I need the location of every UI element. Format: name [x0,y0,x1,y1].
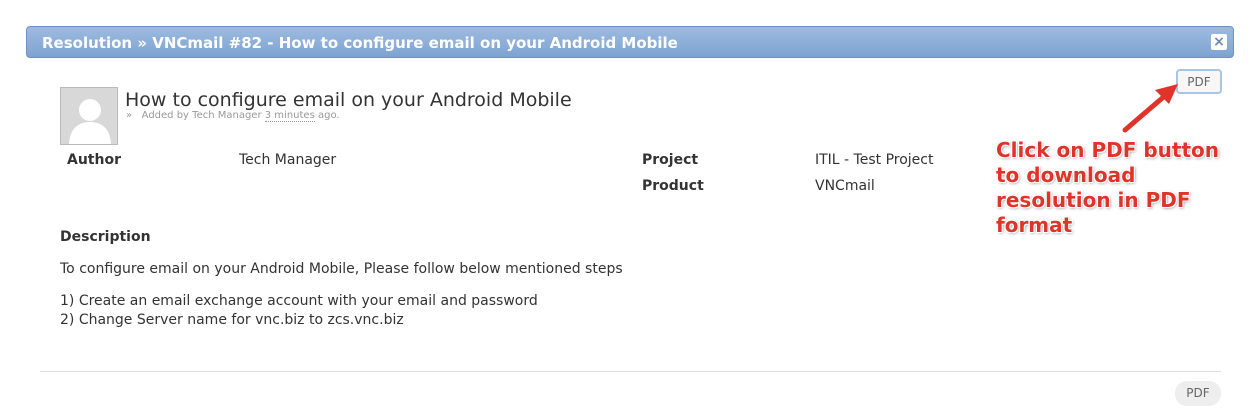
meta-added-by: Added by Tech Manager [141,110,262,121]
resolution-title: How to configure email on your Android M… [125,89,572,111]
product-label: Product [642,178,704,194]
avatar [60,87,118,145]
description-heading: Description [60,229,151,245]
product-value: VNCmail [815,178,875,194]
pdf-button-bottom[interactable]: PDF [1175,381,1221,406]
author-value: Tech Manager [239,152,337,168]
meta-prefix: » [126,110,133,121]
description-step: 2) Change Server name for vnc.biz to zcs… [60,312,404,328]
resolution-meta: » Added by Tech Manager 3 minutes ago. [126,110,340,122]
window-titlebar: Resolution » VNCmail #82 - How to config… [26,26,1234,58]
author-label: Author [67,152,121,168]
description-intro: To configure email on your Android Mobil… [60,261,623,277]
meta-time: 3 minutes [264,110,315,122]
annotation-callout: Click on PDF button to download resoluti… [996,138,1219,237]
description-step: 1) Create an email exchange account with… [60,293,538,309]
annotation-arrow-icon [1122,84,1178,133]
user-placeholder-icon [61,88,117,144]
meta-suffix: ago. [317,110,340,121]
project-label: Project [642,152,699,168]
window-title: Resolution » VNCmail #82 - How to config… [42,34,678,52]
close-icon[interactable]: × [1211,34,1227,50]
project-value: ITIL - Test Project [815,152,934,168]
divider [40,371,1221,372]
